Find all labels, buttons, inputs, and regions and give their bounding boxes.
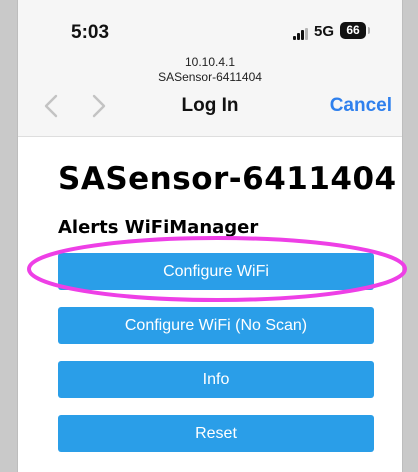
url-host: 10.10.4.1 xyxy=(184,55,236,69)
status-time: 5:03 xyxy=(71,22,110,43)
portal-subtitle: Alerts WiFiManager xyxy=(58,217,259,238)
configure-wifi-no-scan-button[interactable]: Configure WiFi (No Scan) xyxy=(58,307,374,344)
info-button[interactable]: Info xyxy=(58,361,374,398)
cancel-button[interactable]: Cancel xyxy=(330,95,392,117)
battery-icon: 66 xyxy=(340,22,366,39)
signal-icon xyxy=(293,28,309,40)
device-name-heading: SASensor-6411404 xyxy=(58,161,397,197)
reset-button[interactable]: Reset xyxy=(58,415,374,452)
phone-screen: 5:03 5G 66 10.10.4.1 SASensor-6411404 Lo… xyxy=(17,0,403,472)
url-page-title: SASensor-6411404 xyxy=(158,70,262,84)
configure-wifi-button[interactable]: Configure WiFi xyxy=(58,253,374,290)
portal-content: SASensor-6411404 Alerts WiFiManager Conf… xyxy=(18,137,402,472)
battery-tip xyxy=(368,27,370,34)
status-bar: 5:03 5G 66 xyxy=(18,0,402,60)
network-type: 5G xyxy=(314,23,335,40)
